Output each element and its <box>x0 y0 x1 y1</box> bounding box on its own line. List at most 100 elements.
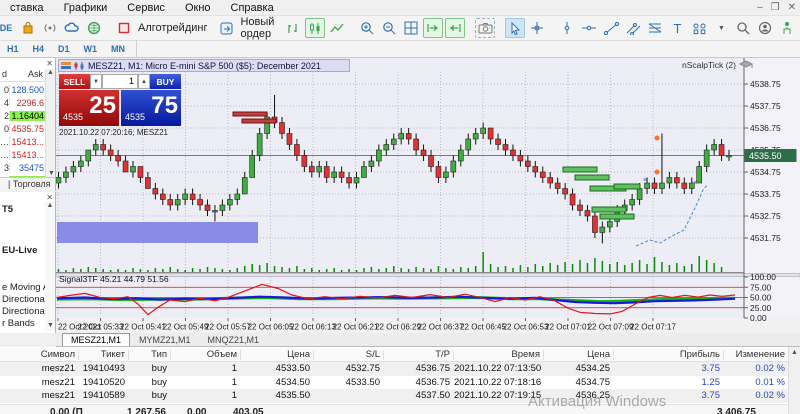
sell-price-big: 25 <box>89 92 116 119</box>
tf-h4[interactable]: H4 <box>26 44 52 54</box>
crosshair-tool-icon[interactable] <box>527 18 547 38</box>
time-axis-label[interactable]: 22 Oct 07:09 <box>588 323 634 332</box>
tile-windows-icon[interactable] <box>401 18 421 38</box>
volume-input[interactable]: 1 <box>102 74 138 89</box>
balance-fragment: 1 267.56 <box>127 407 166 414</box>
time-axis-label[interactable]: 22 Oct 06:45 <box>460 323 506 332</box>
menu-window[interactable]: Окно <box>175 2 221 14</box>
market-watch-header[interactable]: d Ask <box>0 69 45 82</box>
market-watch-tab-trade[interactable]: | Торговля <box>0 177 55 191</box>
objects-tool-icon[interactable] <box>689 18 709 38</box>
new-order-icon[interactable] <box>216 18 236 38</box>
chart-shift-icon[interactable] <box>445 18 466 38</box>
close-button[interactable]: ✕ <box>788 2 796 13</box>
tf-w1[interactable]: W1 <box>77 44 105 54</box>
navigator-item[interactable]: r Bands <box>2 318 45 329</box>
market-watch-row[interactable]: 0 128.500 <box>0 83 45 96</box>
market-watch-row[interactable]: 3 35475 <box>0 161 45 174</box>
buy-price-panel[interactable]: 4535 75 <box>121 90 181 126</box>
vps-cloud-icon[interactable] <box>62 18 82 38</box>
depth-of-market-icon <box>61 61 71 69</box>
windows-activation-watermark: Активация Windows <box>528 393 667 410</box>
market-watch-row[interactable]: 0 4535.75 <box>0 122 45 135</box>
navigator-item[interactable]: Directiona <box>2 294 45 305</box>
market-watch-row[interactable]: … 15413... <box>0 135 45 148</box>
menu-service[interactable]: Сервис <box>117 2 175 14</box>
tf-d1[interactable]: D1 <box>51 44 77 54</box>
close-icon[interactable]: ✕ <box>46 193 53 202</box>
zoom-out-icon[interactable] <box>379 18 399 38</box>
mql5-account-icon[interactable] <box>755 18 775 38</box>
market-icon[interactable] <box>18 18 38 38</box>
minimize-button[interactable]: – <box>757 2 763 13</box>
time-axis-label[interactable]: 22 Oct 06:53 <box>503 323 549 332</box>
time-axis-label[interactable]: 22 Oct 06:13 <box>290 323 336 332</box>
time-axis-label[interactable]: 22 Oct 05:49 <box>163 323 209 332</box>
time-axis-label[interactable]: 22 Oct 07:01 <box>545 323 591 332</box>
algo-trading-icon[interactable] <box>114 18 134 38</box>
menu-charts[interactable]: Графики <box>54 2 118 14</box>
line-chart-icon[interactable] <box>327 18 347 38</box>
search-icon[interactable] <box>733 18 753 38</box>
time-axis-label[interactable]: 22 Oct 07:17 <box>630 323 676 332</box>
buy-button[interactable]: BUY <box>150 74 181 89</box>
cursor-tool-icon[interactable] <box>505 18 526 38</box>
horizontal-line-tool-icon[interactable] <box>579 18 599 38</box>
navigator-item[interactable]: e Moving A <box>2 282 45 293</box>
objects-dropdown-icon[interactable]: ▼ <box>711 18 731 38</box>
table-scrollbar[interactable]: ▲ <box>788 347 800 414</box>
candle-chart-icon[interactable] <box>305 18 326 38</box>
vps-status-icon[interactable] <box>777 18 797 38</box>
channel-tool-icon[interactable] <box>623 18 643 38</box>
market-watch-row[interactable]: 2 1.16404 <box>0 109 45 122</box>
algo-trading-label[interactable]: Алготрейдинг <box>138 22 207 34</box>
tf-h1[interactable]: H1 <box>0 44 26 54</box>
market-watch-row[interactable]: … 15413... <box>0 148 45 161</box>
tf-mn[interactable]: MN <box>104 44 132 54</box>
menu-help[interactable]: Справка <box>221 2 284 14</box>
time-axis-label[interactable]: 22 Oct 06:05 <box>248 323 294 332</box>
time-axis-label[interactable]: 22 Oct 05:33 <box>78 323 124 332</box>
chart-tab[interactable]: MNQZ21,M1 <box>200 334 268 346</box>
vertical-line-tool-icon[interactable] <box>557 18 577 38</box>
time-axis-label[interactable]: 22 Oct 05:41 <box>120 323 166 332</box>
time-axis-label[interactable]: 22 Oct 06:29 <box>375 323 421 332</box>
position-row[interactable]: mesz21 19410493 buy 1 4533.50 4532.75 4536.75 2… <box>0 362 788 376</box>
new-order-label[interactable]: Новый ордер <box>240 16 274 40</box>
table-header-row[interactable]: Символ Тикет Тип Объем Цена S/L T/P Время Цена Пр… <box>0 348 789 362</box>
signals-icon[interactable] <box>40 18 60 38</box>
navigator-account[interactable]: EU-Live <box>2 245 45 256</box>
menu-insert[interactable]: ставка <box>0 2 54 14</box>
time-axis-label[interactable]: 22 Oct 06:37 <box>418 323 464 332</box>
text-tool-icon[interactable]: T <box>667 18 687 38</box>
mt5-window: ставка Графики Сервис Окно Справка – ❐ ✕… <box>0 0 800 414</box>
chart-window[interactable]: × × Signal3TF 45.21 44.79 51.56 4538.75 4537… <box>55 58 800 333</box>
time-axis-label[interactable]: 22 Oct 06:21 <box>333 323 379 332</box>
community-globe-icon[interactable] <box>84 18 104 38</box>
market-watch-scrollbar[interactable]: ▲ ▼ <box>45 69 55 177</box>
bar-chart-icon[interactable] <box>283 18 303 38</box>
chart-tab[interactable]: MESZ21,M1 <box>62 333 131 346</box>
position-row[interactable]: mesz21 19410589 buy 1 4535.50 4537.50 2021.10.… <box>0 389 788 403</box>
market-watch-row[interactable]: 4 2296.6 <box>0 96 45 109</box>
navigator-item[interactable]: Directiona <box>2 306 45 317</box>
sell-dropdown-icon[interactable]: ▼ <box>90 74 102 89</box>
restore-button[interactable]: ❐ <box>771 2 780 13</box>
price-axis-label: 4531.75 <box>750 233 781 243</box>
indicator-axis-label: 25.00 <box>750 303 772 313</box>
sell-price-panel[interactable]: 4535 25 <box>59 90 119 126</box>
auto-scroll-icon[interactable] <box>423 18 444 38</box>
sell-button[interactable]: SELL <box>59 74 90 89</box>
navigator-scrollbar[interactable]: ▲ ▼ <box>45 202 55 331</box>
fibonacci-tool-icon[interactable] <box>645 18 665 38</box>
zoom-in-icon[interactable] <box>357 18 377 38</box>
metaeditor-icon[interactable]: DE <box>0 18 16 38</box>
position-row[interactable]: mesz21 19410520 buy 1 4534.50 4533.50 4536.75 2… <box>0 375 788 389</box>
time-axis-label[interactable]: 22 Oct 05:57 <box>205 323 251 332</box>
volume-up-icon[interactable]: ▲ <box>138 74 150 89</box>
trendline-tool-icon[interactable] <box>601 18 621 38</box>
close-icon[interactable]: ✕ <box>46 59 53 68</box>
screenshot-camera-icon[interactable] <box>475 18 496 38</box>
chart-tab[interactable]: MYMZ21,M1 <box>131 334 199 346</box>
navigator-root[interactable]: Т5 <box>2 204 45 215</box>
